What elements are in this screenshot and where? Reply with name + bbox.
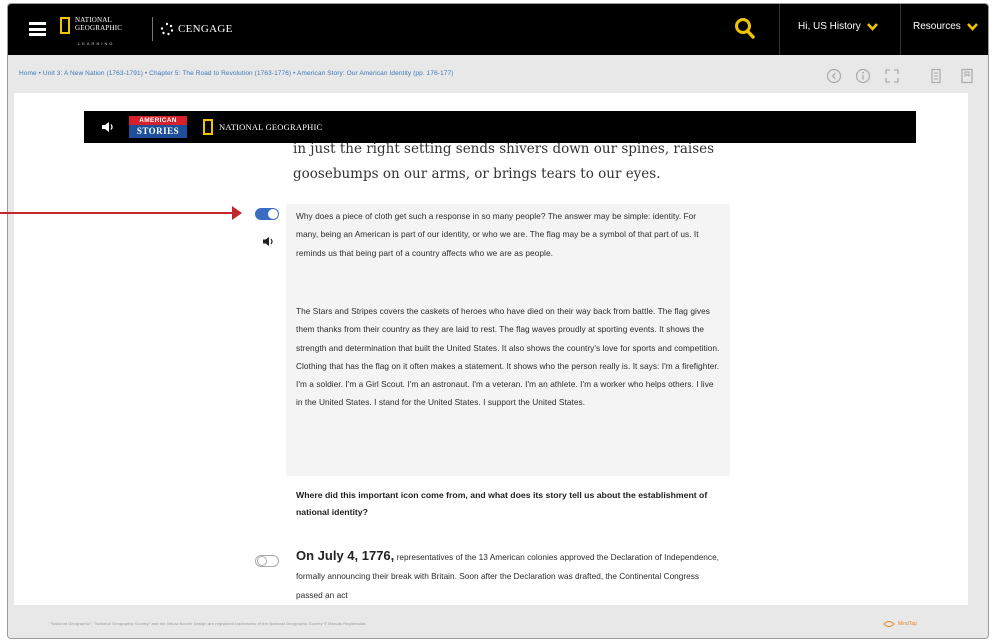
banner-ng-label: NATIONAL GEOGRAPHIC	[219, 122, 323, 132]
speaker-icon[interactable]	[101, 121, 115, 133]
mindtap-label: MindTap	[898, 621, 917, 627]
nav-divider	[900, 4, 901, 55]
search-icon[interactable]	[734, 17, 756, 41]
mindtap-logo[interactable]: MindTap	[883, 619, 917, 629]
american-stories-logo: AMERICAN STORIES	[129, 116, 187, 138]
chevron-down-icon	[866, 22, 878, 31]
speaker-icon[interactable]	[262, 236, 275, 247]
national-geographic-logo: NATIONAL GEOGRAPHIC	[60, 16, 123, 34]
paragraph: Why does a piece of cloth get such a res…	[296, 211, 699, 258]
nav-divider	[779, 4, 780, 55]
ng-yellow-border-icon	[60, 17, 70, 34]
breadcrumb[interactable]: Home • Unit 3: A New Nation (1763-1791) …	[19, 70, 659, 77]
paragraph-lead: On July 4, 1776,	[296, 548, 395, 563]
print-icon[interactable]	[928, 68, 944, 84]
copyright-text: "National Geographic", "National Geograp…	[50, 621, 366, 626]
paragraph: The Stars and Stripes covers the caskets…	[296, 306, 720, 408]
paragraph: On July 4, 1776, representatives of the …	[296, 546, 720, 606]
breadcrumb-bar: Home • Unit 3: A New Nation (1763-1791) …	[8, 55, 988, 97]
chevron-down-icon	[966, 22, 978, 31]
highlight-toggle-on[interactable]	[255, 208, 279, 220]
annotation-arrow-line	[0, 212, 233, 214]
previous-icon[interactable]	[826, 68, 842, 84]
user-menu-label: Hi, US History	[798, 21, 861, 32]
footer: "National Geographic", "National Geograp…	[8, 609, 988, 638]
ng-brand-line: GEOGRAPHIC	[75, 23, 123, 32]
highlight-toggle-off[interactable]	[255, 555, 279, 567]
info-icon[interactable]	[855, 68, 871, 84]
top-nav: NATIONAL GEOGRAPHIC LEARNING CENGAGE Hi,…	[8, 4, 988, 55]
pull-quote: in just the right setting sends shivers …	[293, 141, 715, 182]
fullscreen-icon[interactable]	[884, 68, 900, 84]
ng-subtitle: LEARNING	[78, 41, 115, 46]
american-stories-top: AMERICAN	[129, 116, 187, 125]
cengage-icon	[160, 22, 174, 36]
annotation-arrow-head	[232, 206, 242, 220]
audio-banner: AMERICAN STORIES NATIONAL GEOGRAPHIC	[84, 111, 916, 143]
resources-menu-button[interactable]: Resources	[913, 21, 978, 32]
resources-label: Resources	[913, 21, 961, 32]
user-menu-button[interactable]: Hi, US History	[798, 21, 878, 32]
focus-question: Where did this important icon come from,…	[296, 490, 708, 517]
logo-divider	[152, 17, 153, 41]
american-stories-bottom: STORIES	[129, 125, 187, 138]
banner-ng-logo: NATIONAL GEOGRAPHIC	[203, 119, 322, 135]
publisher-name: CENGAGE	[178, 23, 233, 35]
cengage-logo: CENGAGE	[160, 22, 233, 36]
ng-yellow-border-icon	[203, 119, 213, 135]
hamburger-menu-icon[interactable]	[29, 22, 46, 36]
bookmark-icon[interactable]	[959, 68, 975, 84]
mindtap-icon	[883, 621, 895, 627]
